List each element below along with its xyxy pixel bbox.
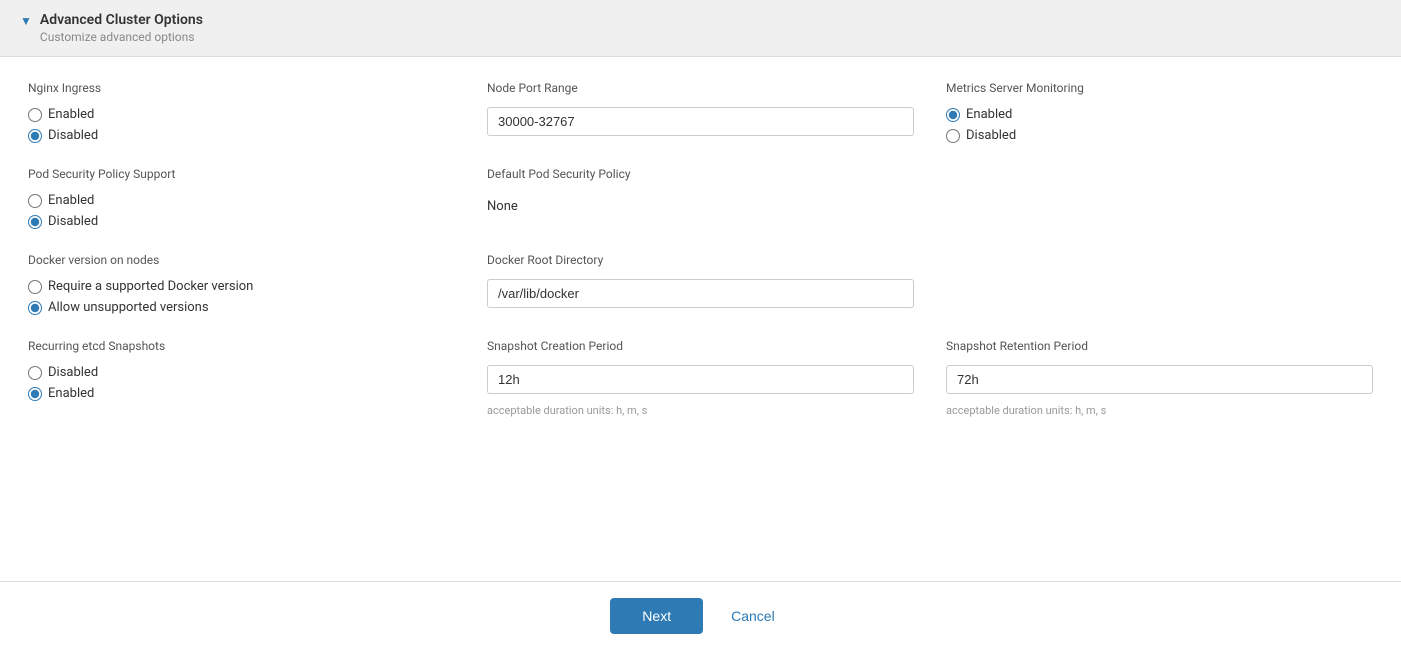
snapshots-disabled-radio[interactable] bbox=[28, 366, 42, 380]
docker-root-dir-label: Docker Root Directory bbox=[487, 253, 914, 267]
docker-root-dir-input[interactable] bbox=[487, 279, 914, 308]
nginx-ingress-radio-group: Enabled Disabled bbox=[28, 107, 455, 143]
metrics-server-label: Metrics Server Monitoring bbox=[946, 81, 1373, 95]
docker-require-label: Require a supported Docker version bbox=[48, 279, 253, 294]
recurring-snapshots-section: Recurring etcd Snapshots Disabled Enable… bbox=[28, 339, 455, 417]
snapshot-retention-input[interactable] bbox=[946, 365, 1373, 394]
pod-security-policy-section: Pod Security Policy Support Enabled Disa… bbox=[28, 167, 455, 229]
snapshot-creation-section: Snapshot Creation Period acceptable dura… bbox=[487, 339, 914, 417]
node-port-range-input[interactable] bbox=[487, 107, 914, 136]
docker-version-label: Docker version on nodes bbox=[28, 253, 455, 267]
default-pod-security-policy-section: Default Pod Security Policy None bbox=[487, 167, 914, 229]
nginx-ingress-disabled-label: Disabled bbox=[48, 128, 98, 143]
docker-version-radio-group: Require a supported Docker version Allow… bbox=[28, 279, 455, 315]
docker-allow-label: Allow unsupported versions bbox=[48, 300, 209, 315]
metrics-server-disabled-option[interactable]: Disabled bbox=[946, 128, 1373, 143]
snapshot-retention-hint: acceptable duration units: h, m, s bbox=[946, 404, 1373, 417]
pod-security-disabled-label: Disabled bbox=[48, 214, 98, 229]
empty-section-row3 bbox=[946, 253, 1373, 315]
default-pod-security-policy-label: Default Pod Security Policy bbox=[487, 167, 914, 181]
default-pod-security-policy-value: None bbox=[487, 193, 914, 220]
panel-header: ▼ Advanced Cluster Options Customize adv… bbox=[0, 0, 1401, 57]
recurring-snapshots-radio-group: Disabled Enabled bbox=[28, 365, 455, 401]
node-port-range-section: Node Port Range bbox=[487, 81, 914, 143]
snapshots-disabled-option[interactable]: Disabled bbox=[28, 365, 455, 380]
row-3: Docker version on nodes Require a suppor… bbox=[28, 253, 1373, 315]
snapshot-retention-section: Snapshot Retention Period acceptable dur… bbox=[946, 339, 1373, 417]
snapshots-enabled-radio[interactable] bbox=[28, 387, 42, 401]
snapshots-disabled-label: Disabled bbox=[48, 365, 98, 380]
nginx-ingress-section: Nginx Ingress Enabled Disabled bbox=[28, 81, 455, 143]
pod-security-disabled-option[interactable]: Disabled bbox=[28, 214, 455, 229]
snapshots-enabled-label: Enabled bbox=[48, 386, 94, 401]
docker-require-radio[interactable] bbox=[28, 280, 42, 294]
metrics-server-disabled-radio[interactable] bbox=[946, 129, 960, 143]
cancel-button[interactable]: Cancel bbox=[715, 598, 791, 634]
nginx-ingress-enabled-option[interactable]: Enabled bbox=[28, 107, 455, 122]
metrics-server-section: Metrics Server Monitoring Enabled Disabl… bbox=[946, 81, 1373, 143]
recurring-snapshots-label: Recurring etcd Snapshots bbox=[28, 339, 455, 353]
row-4: Recurring etcd Snapshots Disabled Enable… bbox=[28, 339, 1373, 417]
pod-security-disabled-radio[interactable] bbox=[28, 215, 42, 229]
docker-allow-radio[interactable] bbox=[28, 301, 42, 315]
docker-version-section: Docker version on nodes Require a suppor… bbox=[28, 253, 455, 315]
snapshot-creation-input[interactable] bbox=[487, 365, 914, 394]
metrics-server-disabled-label: Disabled bbox=[966, 128, 1016, 143]
metrics-server-enabled-radio[interactable] bbox=[946, 108, 960, 122]
row-2: Pod Security Policy Support Enabled Disa… bbox=[28, 167, 1373, 229]
pod-security-enabled-label: Enabled bbox=[48, 193, 94, 208]
empty-section-row2 bbox=[946, 167, 1373, 229]
nginx-ingress-disabled-option[interactable]: Disabled bbox=[28, 128, 455, 143]
footer: Next Cancel bbox=[0, 581, 1401, 650]
snapshot-creation-label: Snapshot Creation Period bbox=[487, 339, 914, 353]
pod-security-enabled-option[interactable]: Enabled bbox=[28, 193, 455, 208]
nginx-ingress-enabled-label: Enabled bbox=[48, 107, 94, 122]
pod-security-policy-label: Pod Security Policy Support bbox=[28, 167, 455, 181]
snapshot-retention-label: Snapshot Retention Period bbox=[946, 339, 1373, 353]
node-port-range-label: Node Port Range bbox=[487, 81, 914, 95]
nginx-ingress-enabled-radio[interactable] bbox=[28, 108, 42, 122]
pod-security-policy-radio-group: Enabled Disabled bbox=[28, 193, 455, 229]
snapshots-enabled-option[interactable]: Enabled bbox=[28, 386, 455, 401]
docker-allow-option[interactable]: Allow unsupported versions bbox=[28, 300, 455, 315]
nginx-ingress-disabled-radio[interactable] bbox=[28, 129, 42, 143]
next-button[interactable]: Next bbox=[610, 598, 703, 634]
panel-title: Advanced Cluster Options bbox=[40, 12, 203, 28]
nginx-ingress-label: Nginx Ingress bbox=[28, 81, 455, 95]
collapse-arrow-icon[interactable]: ▼ bbox=[20, 14, 32, 28]
metrics-server-enabled-label: Enabled bbox=[966, 107, 1012, 122]
row-1: Nginx Ingress Enabled Disabled Node Port… bbox=[28, 81, 1373, 143]
panel-body: Nginx Ingress Enabled Disabled Node Port… bbox=[0, 57, 1401, 581]
docker-require-option[interactable]: Require a supported Docker version bbox=[28, 279, 455, 294]
metrics-server-enabled-option[interactable]: Enabled bbox=[946, 107, 1373, 122]
docker-root-dir-section: Docker Root Directory bbox=[487, 253, 914, 315]
panel-subtitle: Customize advanced options bbox=[40, 30, 203, 44]
pod-security-enabled-radio[interactable] bbox=[28, 194, 42, 208]
metrics-server-radio-group: Enabled Disabled bbox=[946, 107, 1373, 143]
snapshot-creation-hint: acceptable duration units: h, m, s bbox=[487, 404, 914, 417]
